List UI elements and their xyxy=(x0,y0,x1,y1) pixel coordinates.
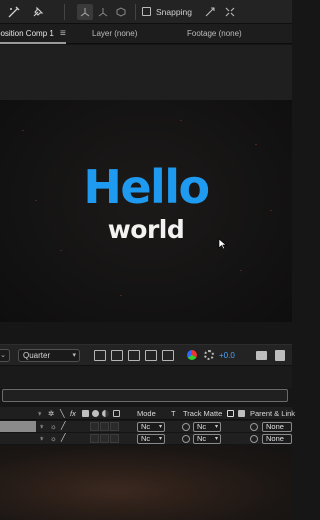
composition-canvas[interactable]: Hello world xyxy=(0,100,292,322)
snap-edges-icon[interactable] xyxy=(202,4,218,20)
track-matte-select[interactable]: Nc ▾ xyxy=(193,434,221,444)
mouse-cursor-icon xyxy=(218,238,227,252)
color-channels-icon[interactable] xyxy=(187,350,197,360)
motion-blur-switch[interactable] xyxy=(110,434,119,443)
tools-toolbar: Snapping xyxy=(0,0,292,24)
fx-switch[interactable] xyxy=(90,434,99,443)
magnification-dropdown[interactable]: ⌄ xyxy=(0,349,10,362)
mode-select[interactable]: Nc ▾ xyxy=(137,422,165,432)
shy-switch[interactable]: ♆ xyxy=(39,434,45,443)
dust-speck xyxy=(22,130,24,131)
tab-layer[interactable]: Layer (none) xyxy=(92,24,137,44)
column-parent-link: Parent & Link xyxy=(250,409,296,418)
collapse-icon[interactable]: ✲ xyxy=(48,409,54,418)
tab-footage[interactable]: Footage (none) xyxy=(187,24,242,44)
column-mode: Mode xyxy=(137,409,156,418)
resolution-value: Quarter xyxy=(23,351,51,360)
track-matte-select[interactable]: Nc ▾ xyxy=(193,422,221,432)
parent-pickwhip-icon[interactable] xyxy=(250,423,258,431)
region-of-interest-icon[interactable] xyxy=(94,350,106,361)
timeline-panel-top xyxy=(0,366,292,388)
3d-layer-icon[interactable] xyxy=(113,410,120,417)
layer-row[interactable]: ♆ ☼ ╱ Nc ▾ Nc ▾ None xyxy=(0,421,292,433)
matte-value: Nc xyxy=(197,422,207,431)
subline-text[interactable]: world xyxy=(0,216,292,244)
exposure-reset-icon[interactable] xyxy=(204,350,214,360)
show-snapshot-icon[interactable] xyxy=(275,350,285,361)
shy-switch[interactable]: ♆ xyxy=(39,422,45,431)
world-axis-icon[interactable] xyxy=(95,4,111,20)
fx-switch[interactable] xyxy=(90,422,99,431)
snapping-label: Snapping xyxy=(156,6,192,17)
frame-blend-icon[interactable] xyxy=(82,410,89,417)
toolbar-divider xyxy=(135,3,136,20)
mode-select[interactable]: Nc ▾ xyxy=(137,434,165,444)
shy-icon[interactable]: ♆ xyxy=(37,409,43,418)
mode-value: Nc xyxy=(141,434,151,443)
viewer-tabs: position Comp 1 ≡ Layer (none) Footage (… xyxy=(0,24,292,44)
dust-speck xyxy=(120,295,122,296)
dust-speck xyxy=(255,144,257,145)
dust-speck xyxy=(180,120,182,121)
snapshot-icon[interactable] xyxy=(256,351,267,360)
mask-visibility-icon[interactable] xyxy=(145,350,157,361)
timeline-column-header: ♆ ✲ ╲ fx Mode T Track Matte Parent & Lin… xyxy=(0,407,296,420)
tab-menu-icon[interactable]: ≡ xyxy=(60,24,66,44)
snapping-checkbox[interactable] xyxy=(142,7,151,16)
quality-switch[interactable]: ╱ xyxy=(61,421,66,430)
tab-composition[interactable]: position Comp 1 xyxy=(0,24,54,44)
snap-features-icon[interactable] xyxy=(222,4,238,20)
active-tab-indicator xyxy=(0,42,66,44)
resolution-dropdown[interactable]: Quarter ▾ xyxy=(18,349,80,362)
parent-pickwhip-icon[interactable] xyxy=(250,435,258,443)
track-matte-pickwhip-icon[interactable] xyxy=(182,435,190,443)
pin-icon[interactable] xyxy=(30,4,46,20)
matte-value: Nc xyxy=(197,434,207,443)
puppet-pin-icon[interactable] xyxy=(6,4,22,20)
dust-speck xyxy=(240,270,242,271)
frame-blend-switch[interactable] xyxy=(100,422,109,431)
timeline-search-input[interactable] xyxy=(2,389,288,402)
quality-icon[interactable]: ╲ xyxy=(60,409,65,418)
chevron-down-icon: ▾ xyxy=(72,352,76,359)
collapse-switch[interactable]: ☼ xyxy=(50,422,57,431)
layer-label-color[interactable] xyxy=(0,421,36,432)
viewer-controls: ⌄ Quarter ▾ +0.0 xyxy=(0,344,292,366)
channel-icon[interactable] xyxy=(162,350,174,361)
motion-blur-icon[interactable] xyxy=(92,410,99,417)
mode-value: Nc xyxy=(141,422,151,431)
quality-switch[interactable]: ╱ xyxy=(61,433,66,442)
effects-icon[interactable]: fx xyxy=(70,409,76,418)
track-matte-pickwhip-icon[interactable] xyxy=(182,423,190,431)
parent-select[interactable]: None xyxy=(262,422,292,432)
local-axis-icon[interactable] xyxy=(77,3,93,20)
adjustment-layer-icon[interactable] xyxy=(102,410,109,417)
column-t: T xyxy=(171,409,176,418)
parent-value: None xyxy=(266,434,284,443)
matte-icon[interactable] xyxy=(227,410,234,417)
parent-select[interactable]: None xyxy=(262,434,292,444)
transparency-grid-icon[interactable] xyxy=(111,350,123,361)
viewer-pasteboard xyxy=(0,45,292,100)
invert-matte-icon[interactable] xyxy=(238,410,245,417)
exposure-value[interactable]: +0.0 xyxy=(219,351,235,360)
toolbar-divider xyxy=(64,3,65,20)
dust-speck xyxy=(60,250,62,251)
motion-blur-switch[interactable] xyxy=(110,422,119,431)
column-track-matte: Track Matte xyxy=(183,409,223,418)
collapse-switch[interactable]: ☼ xyxy=(50,434,57,443)
layer-row[interactable]: ♆ ☼ ╱ Nc ▾ Nc ▾ None xyxy=(0,433,292,445)
frame-blend-switch[interactable] xyxy=(100,434,109,443)
headline-text[interactable]: Hello xyxy=(0,162,292,212)
parent-value: None xyxy=(266,422,284,431)
grid-guides-icon[interactable] xyxy=(128,350,140,361)
view-axis-icon[interactable] xyxy=(113,4,129,20)
timeline-empty-area xyxy=(0,446,292,520)
